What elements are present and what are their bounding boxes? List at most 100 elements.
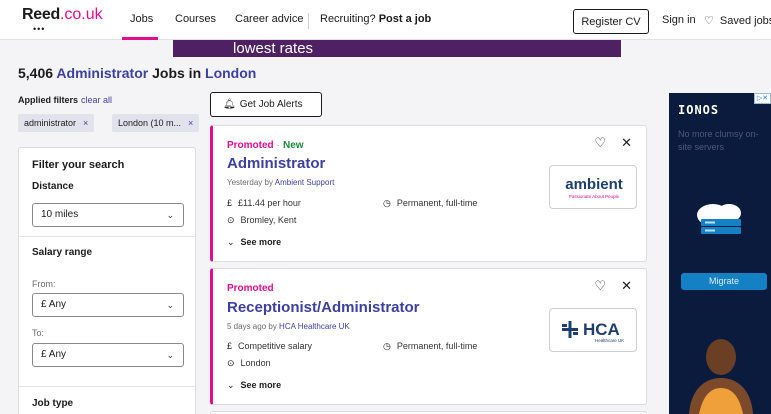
salary-to-label: To:: [32, 328, 45, 338]
clock-icon: ◷: [383, 341, 391, 351]
job-type: ◷ Permanent, full-time: [383, 198, 477, 209]
chip-label: administrator: [24, 118, 77, 128]
cloud-server-icon: [697, 204, 741, 234]
nav-divider: [308, 13, 309, 29]
save-job-heart-icon[interactable]: ♡: [594, 278, 606, 294]
filter-panel: Filter your search Distance 10 miles ⌄ S…: [18, 147, 196, 414]
job-type-value: Permanent, full-time: [396, 198, 478, 208]
chevron-down-icon: ⌄: [166, 350, 174, 360]
promo-banner[interactable]: lowest rates: [173, 40, 621, 57]
heart-icon: ♡: [704, 15, 714, 27]
sign-in-link[interactable]: Sign in: [662, 14, 696, 26]
job-card[interactable]: Promoted · New ♡ ✕ Administrator Yesterday…: [210, 125, 647, 262]
logo-tagline: Passionate About People: [569, 194, 620, 199]
nav-career-advice[interactable]: Career advice: [235, 13, 303, 25]
job-alerts-label: Get Job Alerts: [239, 99, 303, 110]
distance-value: 10 miles: [41, 209, 79, 220]
site-header: Reed.co.uk ••• Jobs Courses Career advic…: [0, 0, 771, 40]
logo-text: Reed: [22, 6, 60, 23]
salary-from-value: £ Any: [41, 299, 67, 310]
ad-brand-logo: IONOS: [678, 103, 720, 117]
chevron-down-icon: ⌄: [166, 210, 174, 220]
posted-by: Yesterday by Ambient Support: [227, 178, 334, 187]
location-pin-icon: ⊙: [227, 358, 235, 368]
posted-by: 5 days ago by HCA Healthcare UK: [227, 322, 350, 331]
filter-panel-title: Filter your search: [32, 159, 125, 171]
job-title[interactable]: Receptionist/Administrator: [227, 299, 420, 316]
nav-jobs[interactable]: Jobs: [130, 13, 153, 25]
hca-cross-icon: [562, 321, 578, 338]
recruiting-prefix: Recruiting?: [320, 13, 376, 25]
get-job-alerts-button[interactable]: 🔔︎ Get Job Alerts: [210, 92, 322, 117]
see-more-toggle[interactable]: ⌄ See more: [227, 237, 281, 248]
applied-filters: Applied filters clear all: [18, 95, 112, 105]
company-link[interactable]: HCA Healthcare UK: [279, 322, 350, 331]
logo-tagline: Healthcare UK: [595, 338, 624, 343]
ad-text: No more clumsy on-site servers: [678, 129, 759, 152]
filter-chip-keyword[interactable]: administrator ×: [18, 114, 95, 132]
location: ⊙ Bromley, Kent: [227, 215, 296, 226]
job-type: ◷ Permanent, full-time: [383, 341, 477, 352]
remove-chip-icon[interactable]: ×: [83, 118, 88, 128]
company-logo-ambient[interactable]: ambient Passionate About People: [549, 165, 637, 209]
post-a-job-link[interactable]: Post a job: [379, 13, 432, 25]
remove-chip-icon[interactable]: ×: [188, 118, 193, 128]
clock-icon: ◷: [383, 198, 391, 208]
clear-all-link[interactable]: clear all: [81, 95, 112, 105]
job-title[interactable]: Administrator: [227, 155, 325, 172]
logo-dots: •••: [33, 24, 46, 34]
promoted-badge: Promoted: [227, 283, 274, 294]
recruiting-link[interactable]: Recruiting? Post a job: [320, 13, 431, 25]
saved-jobs-label: Saved jobs: [719, 15, 771, 27]
ad-migrate-button[interactable]: Migrate: [681, 273, 767, 290]
filter-chip-location[interactable]: London (10 m... ×: [112, 114, 200, 132]
salary-range-label: Salary range: [32, 247, 93, 258]
salary: £ £11.44 per hour: [227, 198, 301, 208]
logo-suffix: .co.uk: [59, 6, 103, 23]
salary-from-label: From:: [32, 279, 56, 289]
reed-logo[interactable]: Reed.co.uk •••: [22, 6, 103, 36]
divider: [19, 386, 195, 387]
salary-to-value: £ Any: [41, 349, 67, 360]
salary-value: £11.44 per hour: [238, 198, 301, 208]
location: ⊙ London: [227, 358, 271, 369]
salary-to-select[interactable]: £ Any ⌄: [32, 343, 184, 367]
close-icon[interactable]: ✕: [621, 278, 632, 294]
location-value: Bromley, Kent: [240, 215, 297, 225]
divider: [19, 236, 195, 237]
salary-from-select[interactable]: £ Any ⌄: [32, 293, 184, 317]
chevron-down-icon: ⌄: [227, 380, 235, 390]
chip-label: London (10 m...: [118, 118, 182, 128]
logo-name: HCA: [583, 320, 620, 339]
register-cv-button[interactable]: Register CV: [573, 9, 649, 34]
company-link[interactable]: Ambient Support: [275, 178, 335, 187]
close-icon[interactable]: ✕: [621, 135, 632, 151]
logo-name: ambient: [565, 176, 623, 193]
see-more-label: See more: [240, 380, 282, 390]
saved-jobs-link[interactable]: ♡ Saved jobs: [704, 14, 771, 27]
ad-banner[interactable]: IONOS ▷✕ No more clumsy on-site servers …: [669, 93, 771, 414]
new-badge: New: [283, 140, 304, 151]
distance-select[interactable]: 10 miles ⌄: [32, 203, 184, 227]
job-card[interactable]: Promoted ♡ ✕ Receptionist/Administrator …: [210, 268, 647, 405]
pound-icon: £: [227, 198, 233, 208]
title-keyword: Administrator: [56, 65, 149, 81]
location-pin-icon: ⊙: [227, 215, 235, 225]
salary: £ Competitive salary: [227, 341, 312, 351]
chevron-down-icon: ⌄: [227, 237, 235, 247]
posted-date: Yesterday by: [227, 178, 273, 187]
page-title: 5,406 Administrator Jobs in London: [18, 65, 256, 81]
location-value: London: [240, 358, 271, 368]
ad-person-image: [689, 339, 753, 414]
promoted-badge: Promoted · New: [227, 140, 304, 151]
salary-value: Competitive salary: [238, 341, 313, 351]
see-more-toggle[interactable]: ⌄ See more: [227, 380, 281, 391]
title-jobs-in: Jobs in: [152, 65, 202, 81]
nav-courses[interactable]: Courses: [175, 13, 216, 25]
company-logo-hca[interactable]: HCA Healthcare UK: [549, 308, 637, 352]
save-job-heart-icon[interactable]: ♡: [594, 135, 606, 151]
ad-choices-icon[interactable]: ▷✕: [754, 93, 771, 104]
promoted-label: Promoted: [227, 283, 274, 294]
job-type-label: Job type: [32, 398, 74, 409]
promoted-label: Promoted: [227, 140, 274, 151]
